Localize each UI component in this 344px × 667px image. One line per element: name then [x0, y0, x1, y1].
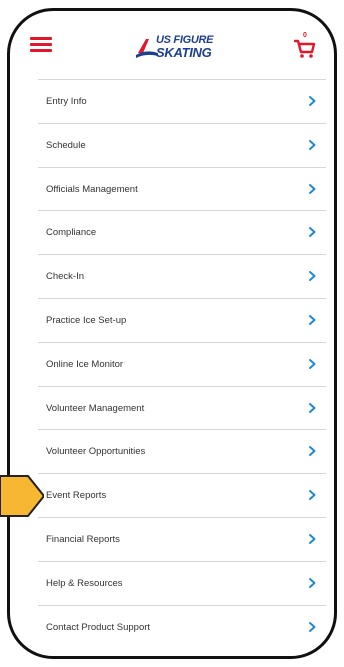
chevron-right-icon — [309, 402, 316, 413]
cart-count-badge: 0 — [303, 32, 307, 39]
menu-item[interactable]: Financial Reports — [38, 516, 326, 561]
menu-item-label: Check-In — [46, 271, 85, 283]
hamburger-menu-icon[interactable] — [30, 37, 52, 53]
phone-frame: US FIGURE SKATING 0 Entry Info Schedule Of… — [7, 8, 337, 659]
pointer-arrow-icon — [0, 475, 44, 517]
menu-item[interactable]: Entry Info — [38, 79, 326, 123]
menu-item-label: Help & Resources — [46, 577, 123, 589]
menu-item-label: Online Ice Monitor — [46, 358, 124, 370]
chevron-right-icon — [309, 227, 316, 238]
menu-item-label: Contact Product Support — [46, 621, 151, 633]
menu-item[interactable]: Check-In — [38, 254, 326, 298]
menu-item[interactable]: Volunteer Opportunities — [38, 429, 326, 473]
chevron-right-icon — [309, 314, 316, 325]
menu-item[interactable]: Practice Ice Set-up — [38, 297, 326, 342]
chevron-right-icon — [309, 183, 316, 194]
chevron-right-icon — [309, 139, 316, 150]
logo-line-2: SKATING — [156, 45, 212, 60]
cart-icon[interactable]: 0 — [294, 32, 316, 59]
navigation-menu-list: Entry Info Schedule Officials Management Co… — [38, 79, 326, 648]
us-figure-skating-logo[interactable]: US FIGURE SKATING — [136, 35, 220, 59]
menu-item-label: Practice Ice Set-up — [46, 314, 127, 326]
menu-item-label: Entry Info — [46, 96, 87, 107]
menu-item-label: Volunteer Opportunities — [46, 446, 146, 458]
menu-item[interactable]: Volunteer Management — [38, 385, 326, 430]
menu-item[interactable]: Contact Product Support — [38, 604, 326, 649]
menu-item-label: Schedule — [46, 139, 86, 151]
menu-item[interactable]: Event Reports — [38, 473, 326, 517]
menu-item[interactable]: Compliance — [38, 210, 326, 254]
menu-item-label: Financial Reports — [46, 533, 120, 545]
menu-item-label: Officials Management — [46, 183, 138, 195]
chevron-right-icon — [309, 271, 316, 282]
menu-item-label: Volunteer Management — [46, 402, 145, 414]
menu-item-label: Event Reports — [46, 490, 107, 502]
chevron-right-icon — [309, 96, 316, 106]
chevron-right-icon — [309, 533, 316, 544]
menu-item[interactable]: Officials Management — [38, 166, 326, 211]
chevron-right-icon — [309, 577, 316, 588]
menu-item[interactable]: Online Ice Monitor — [38, 341, 326, 386]
chevron-right-icon — [309, 358, 316, 369]
menu-item[interactable]: Schedule — [38, 122, 326, 167]
menu-item[interactable]: Help & Resources — [38, 560, 326, 605]
chevron-right-icon — [309, 490, 316, 501]
app-header: US FIGURE SKATING 0 — [10, 11, 334, 79]
chevron-right-icon — [309, 446, 316, 457]
chevron-right-icon — [309, 621, 316, 632]
menu-item-label: Compliance — [46, 227, 97, 239]
